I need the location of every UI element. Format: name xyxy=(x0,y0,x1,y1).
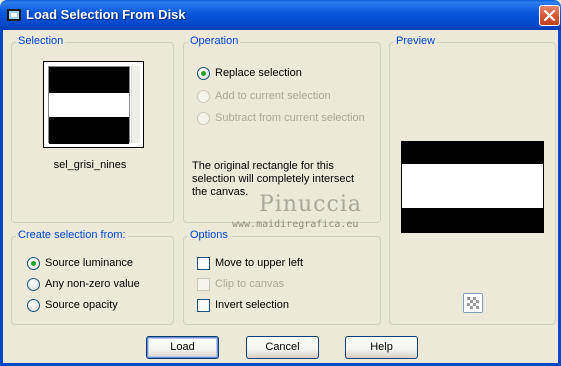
operation-group-label: Operation xyxy=(188,35,241,47)
radio-label: Subtract from current selection xyxy=(215,112,365,124)
radio-button[interactable] xyxy=(197,66,210,80)
window-title: Load Selection From Disk xyxy=(26,7,186,22)
app-icon xyxy=(7,9,21,21)
radio-label: Replace selection xyxy=(215,67,302,79)
thumbnail-scrollbar[interactable] xyxy=(131,66,140,143)
radio-label: Source opacity xyxy=(45,299,118,311)
radio-any-non-zero[interactable]: Any non-zero value xyxy=(27,276,140,292)
checkbox-move-to-upper-left[interactable]: Move to upper left xyxy=(197,255,303,271)
radio-label: Add to current selection xyxy=(215,90,331,102)
watermark-name: Pinuccia xyxy=(259,192,362,217)
thumbnail-image xyxy=(48,66,130,144)
radio-replace-selection[interactable]: Replace selection xyxy=(197,65,302,81)
checkbox-label: Invert selection xyxy=(215,299,289,311)
close-button[interactable] xyxy=(539,5,560,26)
radio-label: Any non-zero value xyxy=(45,278,140,290)
radio-add-to-selection: Add to current selection xyxy=(197,88,331,104)
radio-subtract-from-selection: Subtract from current selection xyxy=(197,110,365,126)
cancel-button[interactable]: Cancel xyxy=(246,336,319,359)
radio-button[interactable] xyxy=(27,277,40,291)
checkbox-label: Move to upper left xyxy=(215,257,304,269)
checkbox[interactable] xyxy=(197,256,210,270)
watermark-url: www.maidiregrafica.eu xyxy=(232,219,359,230)
checkbox-clip-to-canvas: Clip to canvas xyxy=(197,276,284,292)
preview-image xyxy=(401,141,544,233)
selection-file-name: sel_grisi_nines xyxy=(53,159,127,171)
radio-source-luminance[interactable]: Source luminance xyxy=(27,255,133,271)
radio-label: Source luminance xyxy=(45,257,134,269)
close-icon xyxy=(543,9,556,22)
checkbox[interactable] xyxy=(197,298,210,312)
checkbox xyxy=(197,277,210,291)
checkbox-invert-selection[interactable]: Invert selection xyxy=(197,297,289,313)
checkerboard-icon xyxy=(464,294,482,312)
selection-group-label: Selection xyxy=(16,35,66,47)
load-button[interactable]: Load xyxy=(146,336,219,359)
radio-button xyxy=(197,111,210,125)
radio-source-opacity[interactable]: Source opacity xyxy=(27,297,118,313)
options-group-label: Options xyxy=(188,229,230,241)
radio-button[interactable] xyxy=(27,256,40,270)
radio-button[interactable] xyxy=(27,298,40,312)
transparency-toggle-button[interactable] xyxy=(463,293,483,313)
radio-button xyxy=(197,89,210,103)
selection-thumbnail[interactable] xyxy=(43,61,144,148)
title-bar: Load Selection From Disk xyxy=(0,0,561,30)
create-from-group-label: Create selection from: xyxy=(16,229,128,241)
checkbox-label: Clip to canvas xyxy=(215,278,285,290)
preview-group-label: Preview xyxy=(394,35,438,47)
help-button[interactable]: Help xyxy=(345,336,418,359)
